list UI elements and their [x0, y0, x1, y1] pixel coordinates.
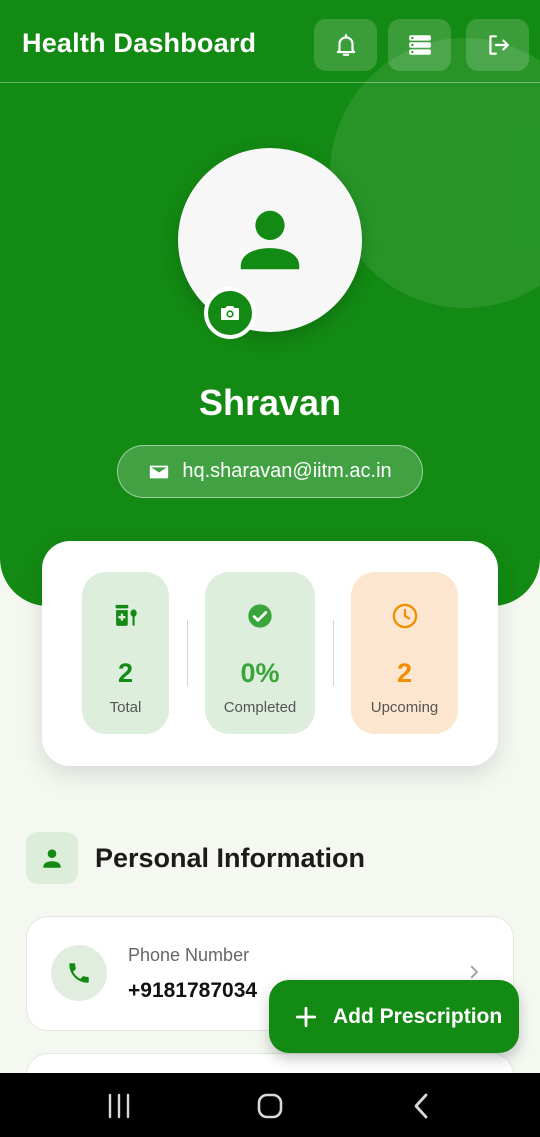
- info-value: +9181787034: [128, 979, 258, 1002]
- personal-info-header: Personal Information: [26, 832, 365, 884]
- notifications-button[interactable]: [314, 19, 377, 71]
- info-label: Phone Number: [128, 945, 250, 965]
- mail-icon: [150, 465, 169, 478]
- user-email: hq.sharavan@iitm.ac.in: [182, 460, 392, 482]
- stat-divider: [333, 620, 334, 686]
- chevron-right-icon: [470, 965, 478, 979]
- bell-icon: [336, 34, 355, 56]
- home-icon[interactable]: [255, 1091, 285, 1121]
- user-name: Shravan: [198, 382, 342, 423]
- camera-icon: [221, 306, 239, 320]
- phone-icon: [69, 963, 89, 983]
- back-icon[interactable]: [406, 1091, 436, 1121]
- clock-icon: [392, 603, 417, 629]
- stat-completed[interactable]: 0% Completed: [205, 572, 315, 734]
- stat-divider: [187, 620, 188, 686]
- add-prescription-button[interactable]: Add Prescription: [269, 980, 519, 1053]
- person-icon: [240, 210, 300, 270]
- plus-icon: [295, 1006, 317, 1027]
- stat-upcoming[interactable]: 2 Upcoming: [351, 572, 458, 734]
- stat-total-value: 2: [117, 658, 134, 688]
- system-nav-bar: [0, 1073, 540, 1137]
- recent-apps-icon[interactable]: [104, 1091, 134, 1121]
- stat-upcoming-label: Upcoming: [370, 699, 439, 716]
- fab-label: Add Prescription: [333, 1004, 503, 1028]
- stat-completed-value: 0%: [240, 658, 280, 688]
- logout-icon: [488, 35, 509, 55]
- person-icon: [43, 849, 61, 868]
- logout-button[interactable]: [466, 19, 529, 71]
- app-bar: Health Dashboard: [0, 0, 540, 83]
- stat-total-label: Total: [109, 699, 142, 716]
- section-icon-box: [26, 832, 78, 884]
- change-photo-button[interactable]: [204, 287, 256, 339]
- check-circle-icon: [248, 604, 272, 628]
- app-title: Health Dashboard: [22, 28, 257, 58]
- stat-completed-label: Completed: [223, 699, 297, 716]
- phone-icon-box: [51, 945, 107, 1001]
- stat-upcoming-value: 2: [396, 658, 413, 688]
- storage-icon: [408, 35, 431, 55]
- medication-icon: [115, 604, 137, 626]
- section-title: Personal Information: [95, 842, 366, 873]
- stats-card: 2 Total 0% Completed 2 Upcoming: [42, 541, 498, 766]
- records-button[interactable]: [388, 19, 451, 71]
- email-badge: hq.sharavan@iitm.ac.in: [117, 445, 423, 498]
- stat-total[interactable]: 2 Total: [82, 572, 169, 734]
